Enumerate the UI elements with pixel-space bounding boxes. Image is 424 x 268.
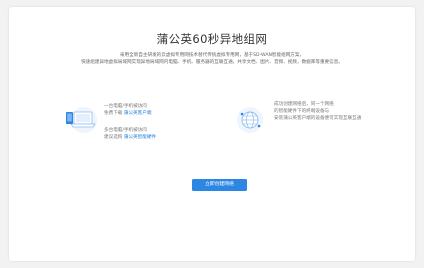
feature-multi-device: 多台电脑/手机被访问 建议选购 蒲公英智能硬件 [104,128,156,142]
feature-network-line3: 安装蒲公英客户端的设备便可实现互联互通 [274,115,362,121]
feature-multi-line2: 建议选购 蒲公英智能硬件 [104,135,156,142]
feature-single-prefix: 免费下载 [104,110,124,116]
globe-illustration-icon [233,105,267,139]
feature-network-line2: 的智能硬件下的终端设备与 [274,108,330,114]
description-line-2: 快速组建异地虚拟局域网实现异地局域网内电脑、手机、服务器的互联互通，共享文档、图… [81,60,343,65]
create-network-button[interactable]: 立即创建网络 [192,179,247,191]
feature-single-device: 一台电脑/手机被访问 免费下载 蒲公英客户端 [104,104,151,118]
description-line-1: 采用全新自主研发的云虚拟专用网技术替代传统虚拟专用网，基于SD-WAN智能组网方… [119,53,305,58]
download-client-link[interactable]: 蒲公英客户端 [124,111,152,116]
feature-multi-prefix: 建议选购 [104,134,124,140]
feature-single-line1: 一台电脑/手机被访问 [104,104,147,109]
feature-network-line1: 成功创建网络后，同一个网络 [274,102,334,107]
feature-single-line2: 免费下载 蒲公英客户端 [104,111,151,118]
buy-hardware-link[interactable]: 蒲公英智能硬件 [124,135,156,140]
page-title: 蒲公英60秒异地组网 [156,32,268,46]
devices-illustration-icon [64,105,100,139]
feature-network-info: 成功创建网络后，同一个网络 的智能硬件下的终端设备与 安装蒲公英客户端的设备便可… [274,102,361,122]
feature-multi-line1: 多台电脑/手机被访问 [104,128,147,133]
main-card: 蒲公英60秒异地组网 采用全新自主研发的云虚拟专用网技术替代传统虚拟专用网，基于… [9,7,415,261]
